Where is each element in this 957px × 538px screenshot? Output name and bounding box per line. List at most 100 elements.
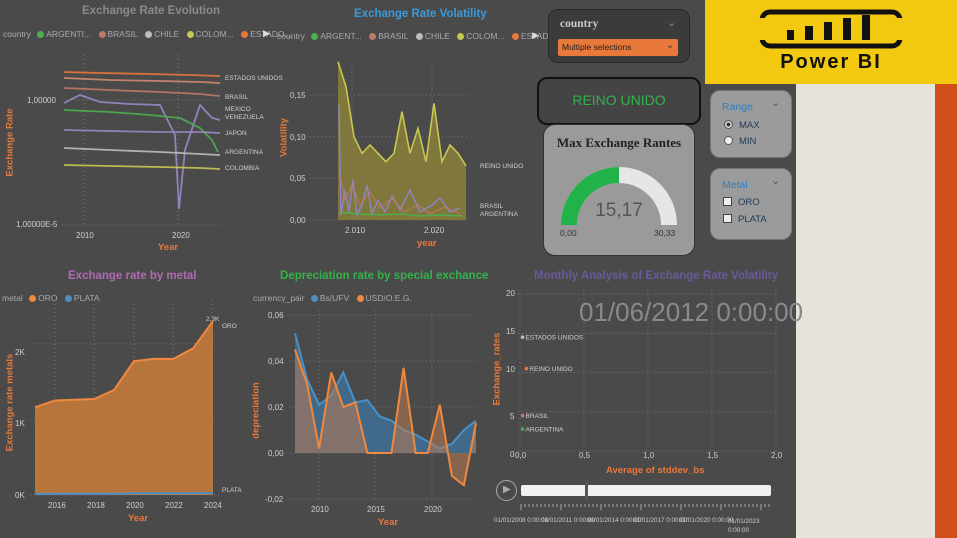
legend-item[interactable]: ARGENT... xyxy=(320,31,362,41)
legend-dot xyxy=(415,33,423,40)
series-line-japon xyxy=(63,129,221,134)
y-tick: 2K xyxy=(15,348,25,357)
legend-dot xyxy=(186,31,194,38)
x-tick: 2024 xyxy=(204,501,222,510)
x-tick: 2022 xyxy=(165,501,183,510)
play-axis-handle[interactable] xyxy=(585,481,588,500)
country-slicer-title: country xyxy=(560,18,599,30)
legend-title: country xyxy=(277,31,305,41)
country-slicer[interactable]: country ⌄ Multiple selections ⌄ xyxy=(548,9,690,63)
series-line-argentina xyxy=(63,109,219,153)
metal-slicer-title: Metal xyxy=(722,179,748,191)
legend-item[interactable]: BRASIL xyxy=(108,29,138,39)
legend-item[interactable]: COLOM... xyxy=(466,31,504,41)
legend-item[interactable]: ORO xyxy=(38,293,57,303)
series-line-estados-unidos xyxy=(63,71,221,77)
legend-title: metal xyxy=(2,293,23,303)
chevron-down-icon[interactable]: ⌄ xyxy=(771,174,780,187)
series-label: MEXICO xyxy=(225,106,251,113)
x-tick: 0,0 xyxy=(515,451,527,460)
chevron-down-icon[interactable]: ⌄ xyxy=(667,16,676,29)
timeline-tick: 01/01/2020 0:00:00 xyxy=(679,517,734,524)
legend-item[interactable]: PLATA xyxy=(74,293,100,303)
legend-item[interactable]: CHILE xyxy=(154,29,179,39)
series-label: COLOMBIA xyxy=(225,165,260,172)
range-slicer-title: Range xyxy=(722,101,753,113)
series-line-mexico xyxy=(63,94,221,210)
y-tick: 0,04 xyxy=(268,357,284,366)
legend-item[interactable]: CHILE xyxy=(425,31,450,41)
x-tick: 0,5 xyxy=(579,451,591,460)
metal-title: Exchange rate by metal xyxy=(68,270,197,282)
legend-next-icon[interactable]: ▶ xyxy=(532,30,539,41)
legend-dot xyxy=(29,295,37,302)
legend-item[interactable]: ARGENTI... xyxy=(46,29,91,39)
y-tick: -0,02 xyxy=(265,495,284,504)
y-tick: 0,06 xyxy=(268,311,284,320)
series-label: ESTADOS UNIDOS xyxy=(225,75,283,82)
y-tick: 1,00000 xyxy=(27,96,56,105)
chevron-down-icon: ⌄ xyxy=(666,40,675,51)
series-line xyxy=(63,77,221,84)
y-axis-label: Exchange rate metals xyxy=(4,353,16,452)
series-line-plata xyxy=(34,491,214,495)
metal-option-label: ORO xyxy=(738,197,760,208)
y-tick: 20 xyxy=(506,289,515,298)
monthly-title: Monthly Analysis of Exchange Rate Volati… xyxy=(534,270,779,282)
powerbi-logo-text: Power BI xyxy=(780,51,882,73)
accent-strip xyxy=(935,84,957,538)
legend-next-icon[interactable]: ▶ xyxy=(263,28,270,39)
y-axis-label: Volatility xyxy=(278,118,290,157)
series-label: ARGENTINA xyxy=(225,149,263,156)
play-axis-track[interactable] xyxy=(521,485,771,496)
legend-item[interactable]: COLOM... xyxy=(196,29,234,39)
metal-option-oro[interactable]: ORO xyxy=(723,197,760,208)
chevron-down-icon[interactable]: ⌄ xyxy=(771,96,780,109)
play-icon: ▶ xyxy=(503,484,511,495)
depreciation-legend: currency_pair Bs/UFV USD/O.E.G. xyxy=(253,293,417,303)
y-tick: 0,00 xyxy=(268,449,284,458)
series-label: BRASIL xyxy=(225,94,249,101)
range-option-max[interactable]: MAX xyxy=(724,120,760,131)
series-line-brasil xyxy=(63,87,221,97)
legend-dot xyxy=(310,295,318,302)
gauge-card: Max Exchange Rantes 15,17 0,00 30,33 xyxy=(543,124,695,256)
range-slicer[interactable]: Range ⌄ MAX MIN xyxy=(710,90,792,158)
x-tick: 1,0 xyxy=(643,451,655,460)
series-label: BRASIL xyxy=(480,203,504,210)
play-button[interactable]: ▶ xyxy=(496,480,517,501)
evolution-legend: country ARGENTI... BRASIL CHILE COLOM...… xyxy=(3,29,297,39)
series-line-colombia xyxy=(63,164,221,170)
legend-title: currency_pair xyxy=(253,293,305,303)
legend-item[interactable]: BRASIL xyxy=(378,31,408,41)
metal-option-plata[interactable]: PLATA xyxy=(723,214,767,225)
country-dropdown[interactable]: Multiple selections ⌄ xyxy=(558,39,678,56)
scatter-label: ARGENTINA xyxy=(526,427,565,434)
x-tick: 2.020 xyxy=(424,226,445,235)
checkbox-icon xyxy=(723,214,732,223)
y-tick: 0,10 xyxy=(290,133,306,142)
y-tick: 0,05 xyxy=(290,174,306,183)
y-tick: 0K xyxy=(15,491,25,500)
series-label: JAPON xyxy=(225,130,247,137)
x-tick: 2015 xyxy=(367,505,385,514)
series-label: ORO xyxy=(222,323,237,330)
legend-dot xyxy=(356,295,364,302)
range-option-min[interactable]: MIN xyxy=(724,136,756,147)
x-axis-label: Year xyxy=(378,517,399,528)
area-series xyxy=(295,333,476,453)
area-oro xyxy=(35,321,213,495)
metal-legend: metal ORO PLATA xyxy=(2,293,105,303)
series-line-argentina xyxy=(338,211,463,217)
legend-item[interactable]: Bs/UFV xyxy=(320,293,349,303)
legend-dot xyxy=(241,31,249,38)
depreciation-title: Depreciation rate by special exchance xyxy=(280,270,489,282)
volatility-title: Exchange Rate Volatility xyxy=(354,8,487,20)
legend-dot xyxy=(98,31,106,38)
data-label: 2,3K xyxy=(206,316,220,323)
play-axis-value: 01/06/2012 0:00:00 xyxy=(579,297,804,327)
legend-dot xyxy=(457,33,465,40)
x-axis-label: Average of stddev_bs xyxy=(606,465,705,476)
legend-item[interactable]: USD/O.E.G. xyxy=(366,293,412,303)
metal-slicer[interactable]: Metal ⌄ ORO PLATA xyxy=(710,168,792,240)
